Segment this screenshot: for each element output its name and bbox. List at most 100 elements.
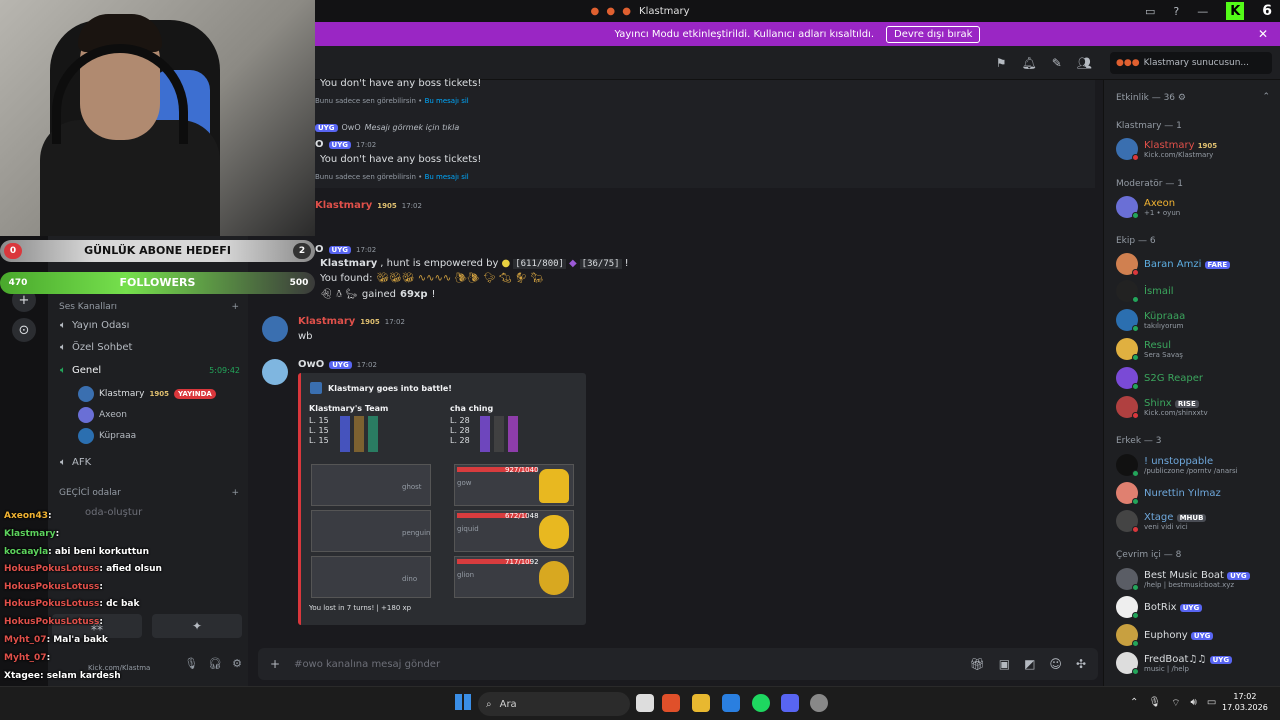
volume-icon[interactable]: 🔊︎ <box>1191 697 1197 710</box>
task-view-icon[interactable] <box>636 694 654 712</box>
search-input[interactable]: ●●● Klastmary sunucusun... <box>1110 52 1272 74</box>
voice-timer: 5:09:42 <box>209 366 240 375</box>
brave-icon[interactable] <box>662 694 680 712</box>
group-header: Klastmary — 1 <box>1116 121 1182 131</box>
channel-yayin-odasi[interactable]: 🔈︎ Yayın Odası <box>60 320 129 331</box>
discover-icon[interactable]: ⊙ <box>12 318 36 342</box>
ephemeral-note: Bunu sadece sen görebilirsin • Bu mesajı… <box>315 173 469 181</box>
channel-afk[interactable]: 🔈︎ AFK <box>60 457 91 468</box>
member-item[interactable]: ! unstoppable /publiczone /porntv /anars… <box>1116 454 1238 477</box>
owl-icon <box>539 469 569 503</box>
member-item[interactable]: Shinx RISE Kick.com/shinxxtv <box>1116 396 1208 419</box>
sticker-icon[interactable]: ◩ <box>1024 657 1035 671</box>
chevron-up-icon[interactable]: ⌃ <box>1262 92 1270 102</box>
bell-icon[interactable]: 🔔︎ <box>1021 56 1036 70</box>
taskbar-search[interactable]: ⌕ Ara <box>478 692 630 716</box>
member-item[interactable]: Resul Sera Savaş <box>1116 338 1183 361</box>
headset-icon[interactable]: 🎧︎ <box>208 657 222 670</box>
add-channel-icon[interactable]: + <box>231 488 239 498</box>
voice-user[interactable]: Klastmary 1905 YAYINDA <box>78 386 216 402</box>
close-icon[interactable]: ✕ <box>1258 27 1268 41</box>
avatar <box>1116 309 1139 332</box>
stream-chat-text: : <box>99 617 103 627</box>
gift-icon[interactable]: 🎁︎ <box>970 657 985 671</box>
clock[interactable]: 17:02 17.03.2026 <box>1222 691 1268 713</box>
message-input[interactable] <box>294 658 956 670</box>
message-text: wb <box>298 331 313 342</box>
pet-card-left: penguin <box>311 510 431 552</box>
member-item[interactable]: Best Music Boat UYG /help | bestmusicboa… <box>1116 568 1250 591</box>
stream-chat-user: Xtagee <box>4 671 40 681</box>
member-item[interactable]: S2G Reaper <box>1116 367 1203 390</box>
members-icon[interactable]: 👥︎ <box>1077 56 1092 70</box>
channel-oda-olustur[interactable]: oda-oluştur <box>85 507 142 518</box>
stream-chat-text: : afied olsun <box>99 564 162 574</box>
avatar <box>1116 624 1139 647</box>
soundboard-icon[interactable]: ✦ <box>152 614 242 638</box>
member-item[interactable]: Baran Amzi FARE <box>1116 253 1231 276</box>
disable-streamer-mode-button[interactable]: Devre dışı bırak <box>886 25 981 43</box>
mic-icon[interactable]: 🎙︎ <box>1148 697 1161 710</box>
message-header: Klastmary 1905 17:02 <box>298 316 405 327</box>
battery-icon[interactable]: ▭ <box>1207 697 1216 710</box>
help-icon[interactable]: ? <box>1173 5 1179 18</box>
spotify-icon[interactable] <box>752 694 770 712</box>
team-left-levels: L. 15 L. 15 L. 15 <box>309 416 329 445</box>
member-item[interactable]: Axeon +1 • oyun <box>1116 196 1180 219</box>
windows-start-icon[interactable] <box>455 694 471 710</box>
avatar[interactable] <box>262 359 288 385</box>
stream-chat-user: HokusPokusLotuss <box>4 617 100 627</box>
mail-icon[interactable] <box>722 694 740 712</box>
temp-category[interactable]: GEÇİCİ odalar + <box>59 488 239 498</box>
avatar <box>1116 596 1139 619</box>
voice-user[interactable]: Küpraaa <box>78 428 136 444</box>
member-item[interactable]: Nurettin Yılmaz <box>1116 482 1221 505</box>
avatar <box>1116 196 1139 219</box>
plus-icon[interactable]: + <box>270 657 280 671</box>
channel-ozel-sohbet[interactable]: 🔈︎ Özel Sohbet <box>60 342 132 353</box>
gif-icon[interactable]: ▣ <box>999 657 1010 671</box>
delete-message-link[interactable]: Bu mesajı sil <box>425 97 469 105</box>
emoji-icon[interactable]: ☺ <box>1049 657 1062 671</box>
avatar <box>1116 253 1139 276</box>
add-channel-icon[interactable]: + <box>231 302 239 312</box>
member-item[interactable]: Küpraaa takılıyorum <box>1116 309 1185 332</box>
voice-category[interactable]: Ses Kanalları + <box>59 302 239 312</box>
stream-chat-user: HokusPokusLotuss <box>4 582 100 592</box>
pin-icon[interactable]: ✎ <box>1052 56 1062 70</box>
avatar <box>1116 454 1139 477</box>
member-item[interactable]: Euphony UYG <box>1116 624 1214 647</box>
stream-chat-user: Myht_07 <box>4 653 47 663</box>
avatar <box>1116 510 1139 533</box>
hunt-line: Klastmary, hunt is empowered by ● [611/8… <box>320 258 629 269</box>
voice-user[interactable]: Axeon <box>78 407 127 423</box>
member-item[interactable]: Xtage MHUB veni vidi vici <box>1116 510 1207 533</box>
stream-chat-message: HokusPokusLotuss: <box>4 617 103 627</box>
minimize-icon[interactable]: — <box>1197 5 1208 18</box>
app-icon[interactable] <box>810 694 828 712</box>
member-list: Etkinlik — 36 ⚙ ⌃ Klastmary — 1 Klastmar… <box>1103 80 1280 686</box>
member-item[interactable]: FredBoat♫♫ UYG music | /help <box>1116 652 1233 675</box>
apps-icon[interactable]: ✣ <box>1076 657 1086 671</box>
member-item[interactable]: BotRix UYG <box>1116 596 1203 619</box>
channel-genel[interactable]: 🔈︎ Genel 5:09:42 <box>60 365 240 376</box>
wifi-icon[interactable]: ⌔ <box>1171 697 1180 710</box>
message-header: OwO UYG 17:02 <box>298 359 377 370</box>
gear-icon[interactable]: ⚙ <box>1178 93 1186 103</box>
delete-message-link[interactable]: Bu mesajı sil <box>425 173 469 181</box>
gear-icon[interactable]: ⚙ <box>232 657 242 670</box>
inbox-icon[interactable]: ▭ <box>1145 5 1155 18</box>
mic-icon[interactable]: 🎙︎ <box>184 657 198 670</box>
member-item[interactable]: İsmail <box>1116 280 1174 303</box>
chevron-up-icon[interactable]: ⌃ <box>1130 697 1138 710</box>
member-item[interactable]: Klastmary 1905 Kick.com/Klastmary <box>1116 138 1217 161</box>
reply-reference[interactable]: UYG OwO Mesajı görmek için tıkla <box>315 123 459 132</box>
file-explorer-icon[interactable] <box>692 694 710 712</box>
avatar <box>1116 482 1139 505</box>
ephemeral-note: Bunu sadece sen görebilirsin • Bu mesajı… <box>315 97 469 105</box>
activity-header[interactable]: Etkinlik — 36 ⚙ <box>1116 93 1186 103</box>
discord-icon[interactable] <box>781 694 799 712</box>
team-left-title: Klastmary's Team <box>309 404 389 413</box>
threads-icon[interactable]: ⚑ <box>996 56 1007 70</box>
avatar[interactable] <box>262 316 288 342</box>
